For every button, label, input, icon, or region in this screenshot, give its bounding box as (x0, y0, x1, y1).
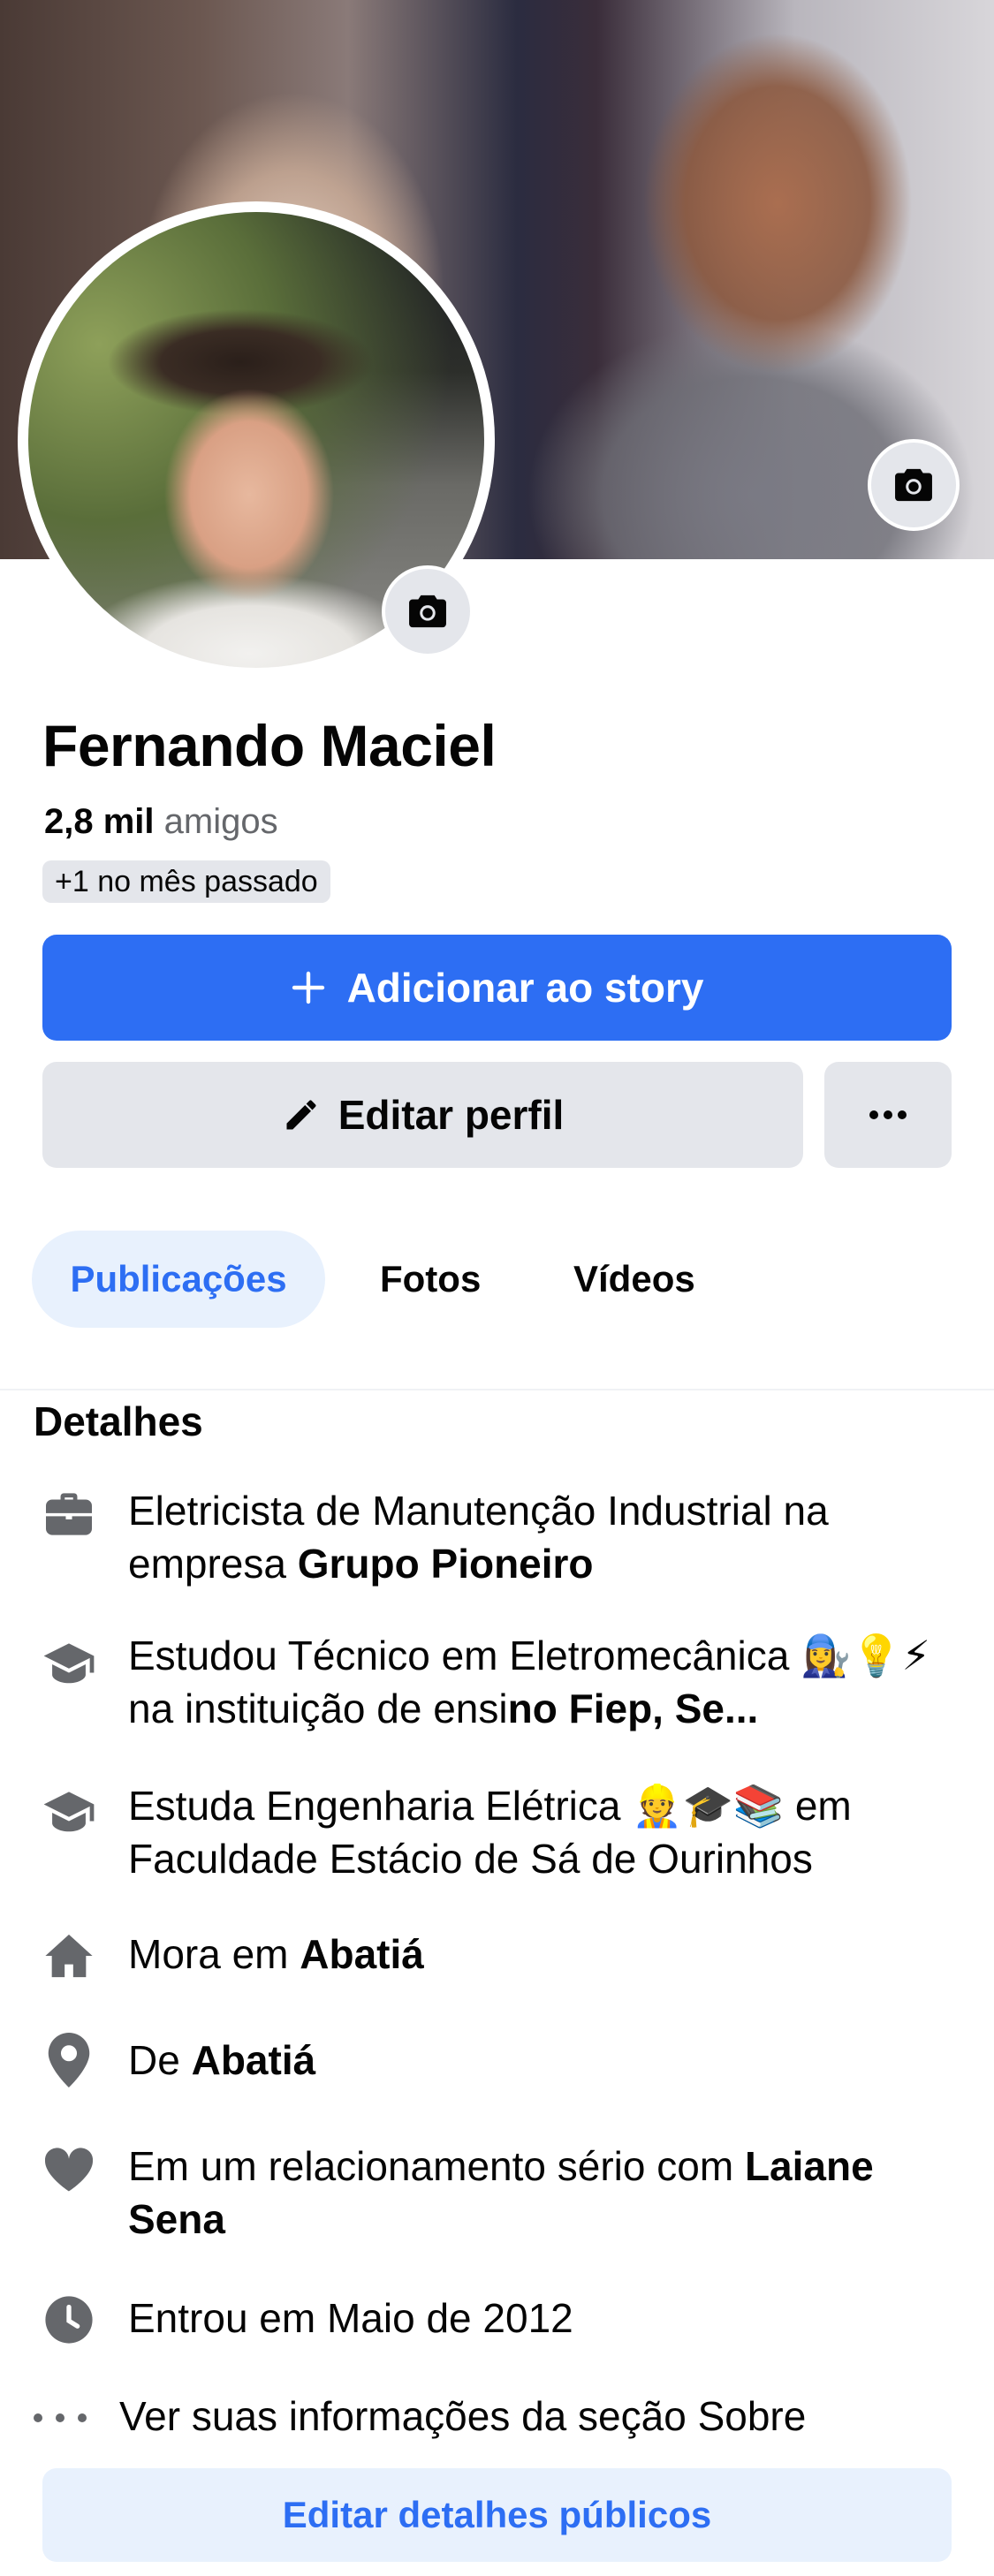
pencil-icon (286, 1100, 316, 1130)
from-city-link[interactable]: Abatiá (192, 2037, 316, 2083)
graduation-cap-icon (39, 1783, 99, 1843)
more-options-button[interactable] (824, 1062, 952, 1168)
location-pin-icon (39, 2030, 99, 2090)
detail-lives-text: Mora em (128, 1931, 300, 1977)
add-to-story-label: Adicionar ao story (346, 965, 704, 1011)
edit-avatar-button[interactable] (382, 565, 474, 657)
tab-publicacoes[interactable]: Publicações (32, 1231, 325, 1328)
work-company-link[interactable]: Grupo Pioneiro (298, 1541, 594, 1587)
home-icon (39, 1926, 99, 1986)
tab-videos[interactable]: Vídeos (573, 1231, 695, 1328)
plus-icon (292, 971, 324, 1004)
dots-icon (34, 2405, 87, 2431)
profile-name: Fernando Maciel (42, 713, 497, 778)
heart-icon (39, 2140, 99, 2200)
details-title: Detalhes (34, 1398, 203, 1444)
friends-label: amigos (163, 802, 278, 841)
friends-delta-badge: +1 no mês passado (42, 860, 330, 903)
edit-public-details-button[interactable]: Editar detalhes públicos (42, 2468, 952, 2562)
detail-relationship: Em um relacionamento sério com Laiane Se… (128, 2140, 959, 2246)
lives-city-link[interactable]: Abatiá (300, 1931, 424, 1977)
detail-from-text: De (128, 2037, 192, 2083)
briefcase-icon (39, 1484, 99, 1544)
edit-cover-button[interactable] (868, 439, 960, 531)
graduation-cap-icon (39, 1634, 99, 1694)
add-to-story-button[interactable]: Adicionar ao story (42, 935, 952, 1041)
detail-joined: Entrou em Maio de 2012 (128, 2295, 573, 2341)
tab-fotos[interactable]: Fotos (380, 1231, 481, 1328)
detail-lives: Mora em Abatiá (128, 1928, 959, 1981)
clock-icon (39, 2290, 99, 2350)
friends-count[interactable]: 2,8 mil amigos (44, 802, 278, 842)
friends-count-value: 2,8 mil (44, 802, 155, 841)
studied-school-link[interactable]: no Fiep, Se... (508, 1686, 759, 1731)
edit-profile-button[interactable]: Editar perfil (42, 1062, 803, 1168)
detail-studied: Estudou Técnico em Eletromecânica 👩‍🔧💡⚡ … (128, 1629, 959, 1735)
detail-work: Eletricista de Manutenção Industrial na … (128, 1484, 959, 1590)
detail-from: De Abatiá (128, 2034, 959, 2087)
detail-studies: Estuda Engenharia Elétrica 👷🎓📚 em Faculd… (128, 1783, 852, 1882)
see-about-link[interactable]: Ver suas informações da seção Sobre (119, 2392, 806, 2440)
camera-icon (895, 468, 932, 502)
edit-profile-label: Editar perfil (338, 1092, 565, 1138)
more-icon (869, 1110, 907, 1119)
camera-icon (409, 595, 446, 628)
detail-relationship-text: Em um relacionamento sério com (128, 2143, 745, 2189)
divider (0, 1389, 994, 1390)
